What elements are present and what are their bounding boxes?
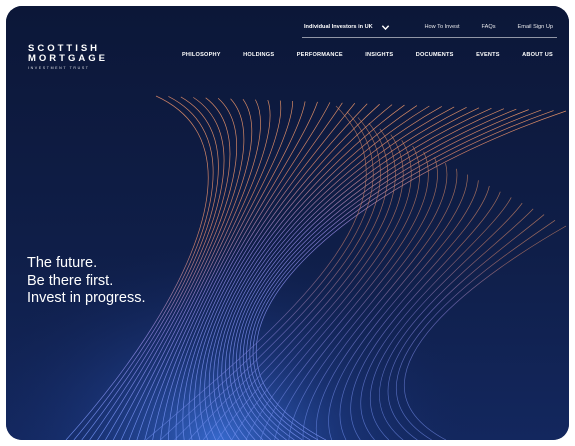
hero-line-3: Invest in progress. bbox=[27, 290, 146, 306]
utility-nav: Individual Investors in UK How To Invest… bbox=[304, 20, 553, 34]
utility-nav-divider bbox=[302, 37, 557, 38]
hero-headline: The future. Be there first. Invest in pr… bbox=[27, 255, 145, 308]
nav-item-holdings[interactable]: HOLDINGS bbox=[243, 52, 274, 58]
main-nav: PHILOSOPHY HOLDINGS PERFORMANCE INSIGHTS… bbox=[182, 52, 553, 58]
nav-item-performance[interactable]: PERFORMANCE bbox=[297, 52, 343, 58]
investor-type-selector[interactable]: Individual Investors in UK bbox=[304, 23, 390, 32]
logo-line-3: INVESTMENT TRUST bbox=[28, 66, 90, 70]
logo-line-2: MORTGAGE bbox=[28, 53, 108, 64]
nav-item-events[interactable]: EVENTS bbox=[476, 52, 500, 58]
hero-waves-art bbox=[6, 6, 569, 440]
site-logo[interactable]: SCOTTISH MORTGAGE INVESTMENT TRUST bbox=[28, 44, 108, 71]
hero-line-2: Be there first. bbox=[27, 272, 114, 289]
nav-item-documents[interactable]: DOCUMENTS bbox=[416, 52, 454, 58]
chevron-down-icon bbox=[381, 24, 389, 30]
investor-type-label: Individual Investors in UK bbox=[304, 24, 373, 30]
how-to-invest-link[interactable]: How To Invest bbox=[425, 24, 460, 30]
nav-item-about-us[interactable]: ABOUT US bbox=[522, 52, 553, 58]
browser-frame: SCOTTISH MORTGAGE INVESTMENT TRUST Indiv… bbox=[6, 6, 569, 440]
nav-item-philosophy[interactable]: PHILOSOPHY bbox=[182, 52, 221, 58]
hero-line-1: The future. bbox=[27, 255, 98, 271]
nav-item-insights[interactable]: INSIGHTS bbox=[365, 52, 393, 58]
email-signup-link[interactable]: Email Sign Up bbox=[518, 24, 553, 30]
faqs-link[interactable]: FAQs bbox=[482, 24, 496, 30]
